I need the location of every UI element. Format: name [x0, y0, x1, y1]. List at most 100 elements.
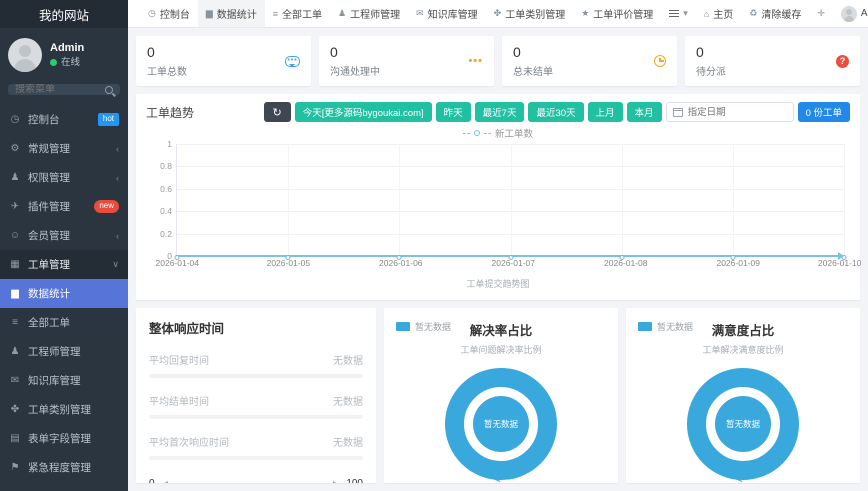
stat-label: 待分派: [696, 63, 726, 78]
sidebar-item-label: 插件管理: [28, 199, 70, 214]
sidebar-item-engineers[interactable]: ♟ 工程师管理: [0, 337, 128, 366]
sidebar-item-ticket-reviews[interactable]: ★ 工单评价管理: [0, 482, 128, 491]
plot-area: [176, 144, 844, 256]
hot-badge: hot: [98, 113, 119, 125]
x-axis: 2026-01-04 2026-01-05 2026-01-06 2026-01…: [160, 258, 850, 270]
tab-dashboard[interactable]: ◷ 控制台: [140, 0, 198, 27]
search-icon[interactable]: [105, 86, 113, 94]
main-area: ◷ 控制台 ▆ 数据统计 ≡ 全部工单 ♟ 工程师管理 ✉ 知识库管理 ✤ 工单…: [128, 0, 868, 491]
user-menu[interactable]: Admin: [833, 0, 868, 27]
pie-legend[interactable]: 暂无数据: [638, 320, 693, 333]
sidebar-item-tickets[interactable]: ▦ 工单管理 ∨: [0, 250, 128, 279]
last-7-days-button[interactable]: 最近7天: [475, 102, 525, 122]
this-month-button[interactable]: 本月: [627, 102, 662, 122]
home-button[interactable]: ⌂ 主页: [696, 0, 741, 27]
pie-subtitle: 工单解决满意度比例: [636, 343, 850, 356]
sidebar-item-knowledge-base[interactable]: ✉ 知识库管理: [0, 366, 128, 395]
tab-label: 控制台: [160, 6, 190, 21]
response-row-label: 平均回复时间: [149, 352, 209, 367]
tab-ticket-reviews[interactable]: ★ 工单评价管理: [573, 0, 661, 27]
sidebar-item-label: 工单类别管理: [28, 402, 91, 417]
sidebar-item-plugins[interactable]: ✈ 插件管理 new: [0, 192, 128, 221]
today-button[interactable]: 今天[更多源码bygoukai.com]: [295, 102, 432, 122]
x-tick: 2026-01-06: [379, 258, 422, 268]
trash-icon: ♻: [749, 8, 757, 19]
user-icon: ☺: [9, 230, 21, 241]
tab-ticket-categories[interactable]: ✤ 工单类别管理: [486, 0, 574, 27]
sidebar-item-label: 工单管理: [28, 257, 70, 272]
comments-icon: ✉: [416, 8, 424, 19]
form-icon: ▤: [9, 433, 21, 444]
dashboard-icon: ◷: [9, 114, 21, 125]
pie-callout: 暂无数据: [663, 480, 823, 483]
sidebar-item-all-tickets[interactable]: ≡ 全部工单: [0, 308, 128, 337]
sidebar-item-dashboard[interactable]: ◷ 控制台 hot: [0, 105, 128, 134]
sidebar-item-members[interactable]: ☺ 会员管理 ‹: [0, 221, 128, 250]
stat-value: 0: [330, 44, 380, 60]
response-row-value: 无数据: [333, 393, 363, 408]
resolution-rate-card: 暂无数据 解决率占比 工单问题解决率比例 暂无数据 暂无数据: [384, 308, 618, 483]
legend-swatch: [396, 322, 410, 331]
bottom-row: 整体响应时间 平均回复时间 无数据 平均结单时间 无数据: [136, 308, 860, 483]
sidebar-item-label: 表单字段管理: [28, 431, 91, 446]
date-input[interactable]: [688, 107, 787, 118]
stat-label: 总未结单: [513, 63, 553, 78]
chevron-left-icon: ‹: [116, 144, 119, 154]
tab-data-statistics[interactable]: ▆ 数据统计: [198, 0, 265, 27]
tab-label: 工单类别管理: [505, 6, 565, 21]
fullscreen-button[interactable]: ✛: [809, 0, 833, 27]
stat-label: 工单总数: [147, 63, 187, 78]
table-icon: ▦: [9, 259, 21, 270]
refresh-icon: ↻: [273, 107, 282, 119]
sidebar-item-urgency-levels[interactable]: ⚑ 紧急程度管理: [0, 453, 128, 482]
donut-chart[interactable]: 暂无数据: [445, 368, 557, 480]
response-row: 平均结单时间 无数据: [149, 393, 363, 419]
tab-engineers[interactable]: ♟ 工程师管理: [330, 0, 408, 27]
legend-line-icon: [463, 133, 470, 134]
clock-icon: [654, 55, 666, 67]
trend-header: 工单趋势 ↻ 今天[更多源码bygoukai.com] 昨天 最近7天 最近30…: [146, 102, 850, 122]
sidebar-item-permissions[interactable]: ♟ 权限管理 ‹: [0, 163, 128, 192]
yesterday-button[interactable]: 昨天: [436, 102, 471, 122]
topnav-right: ▾ ⌂ 主页 ♻ 清除缓存 ✛ Admin: [661, 0, 868, 27]
sidebar-item-general[interactable]: ⚙ 常规管理 ‹: [0, 134, 128, 163]
search-input[interactable]: [15, 84, 101, 95]
last-30-days-button[interactable]: 最近30天: [528, 102, 583, 122]
date-range-picker[interactable]: [666, 102, 794, 122]
pie-legend[interactable]: 暂无数据: [396, 320, 451, 333]
calendar-icon: [673, 108, 683, 117]
user-name: Admin: [50, 41, 84, 56]
online-status-dot: [50, 59, 57, 66]
refresh-button[interactable]: ↻: [264, 102, 291, 122]
last-month-button[interactable]: 上月: [588, 102, 623, 122]
sidebar-item-ticket-categories[interactable]: ✤ 工单类别管理: [0, 395, 128, 424]
list-icon: ≡: [9, 317, 21, 328]
clear-cache-label: 清除缓存: [761, 6, 801, 21]
donut-center-label: 暂无数据: [473, 396, 529, 452]
sidebar-item-data-statistics[interactable]: ▆ 数据统计: [0, 279, 128, 308]
legend-swatch: [638, 322, 652, 331]
sidebar-item-label: 紧急程度管理: [28, 460, 91, 475]
satisfaction-rate-card: 暂无数据 满意度占比 工单解决满意度比例 暂无数据 暂无数据: [626, 308, 860, 483]
bar-chart-icon: ▆: [9, 288, 21, 299]
caret-down-icon: ▾: [683, 8, 688, 19]
progress-bar: [149, 415, 363, 419]
sidebar-search[interactable]: [8, 84, 120, 95]
donut-chart[interactable]: 暂无数据: [687, 368, 799, 480]
sidebar-item-form-fields[interactable]: ▤ 表单字段管理: [0, 424, 128, 453]
range-slider[interactable]: 0 100: [149, 478, 363, 483]
chart-legend[interactable]: 新工单数: [146, 126, 850, 140]
legend-label: 暂无数据: [415, 320, 451, 333]
dashboard-icon: ◷: [148, 8, 156, 19]
x-tick: 2026-01-08: [604, 258, 647, 268]
comment-icon: •••: [285, 56, 300, 67]
tab-all-tickets[interactable]: ≡ 全部工单: [265, 0, 330, 27]
clear-cache-button[interactable]: ♻ 清除缓存: [741, 0, 809, 27]
tab-list-dropdown[interactable]: ▾: [661, 0, 696, 27]
ticket-count-button[interactable]: 0 份工单: [798, 102, 850, 122]
sidebar-item-label: 常规管理: [28, 141, 70, 156]
tab-knowledge-base[interactable]: ✉ 知识库管理: [408, 0, 486, 27]
comments-icon: ✉: [9, 375, 21, 386]
users-icon: ♟: [338, 8, 346, 19]
tab-label: 工单评价管理: [593, 6, 653, 21]
